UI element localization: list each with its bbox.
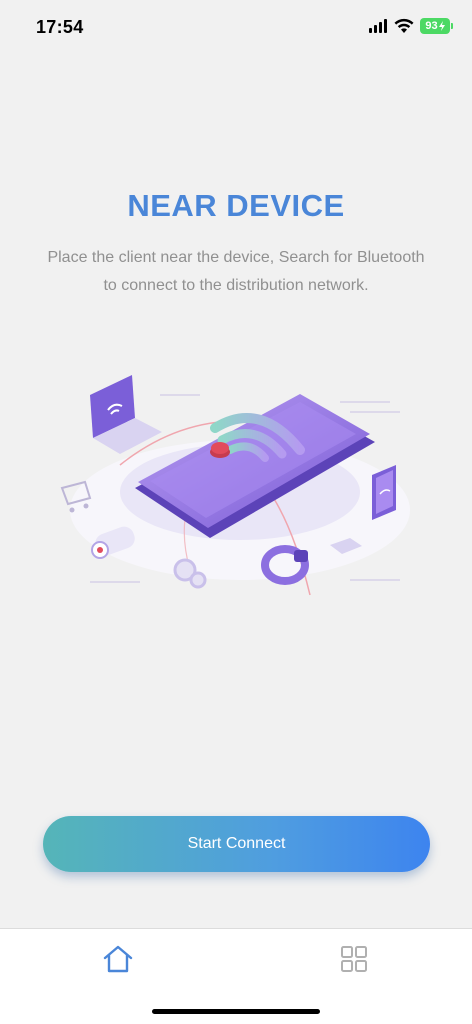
home-icon <box>103 945 133 973</box>
start-connect-button[interactable]: Start Connect <box>43 816 430 872</box>
battery-icon: 93 <box>420 18 453 34</box>
tab-grid[interactable] <box>336 941 372 977</box>
cellular-signal-icon <box>369 19 388 33</box>
page-description: Place the client near the device, Search… <box>47 249 425 294</box>
status-bar: 17:54 93 <box>0 0 472 56</box>
home-indicator <box>152 1009 320 1014</box>
wifi-icon <box>394 18 414 33</box>
grid-icon <box>341 946 367 972</box>
tab-home[interactable] <box>100 941 136 977</box>
status-icons: 93 <box>369 18 453 34</box>
phone-connecting-devices-illustration <box>60 375 410 596</box>
page-title: NEAR DEVICE <box>127 188 345 223</box>
status-time: 17:54 <box>36 17 84 37</box>
battery-level: 93 <box>425 20 438 32</box>
